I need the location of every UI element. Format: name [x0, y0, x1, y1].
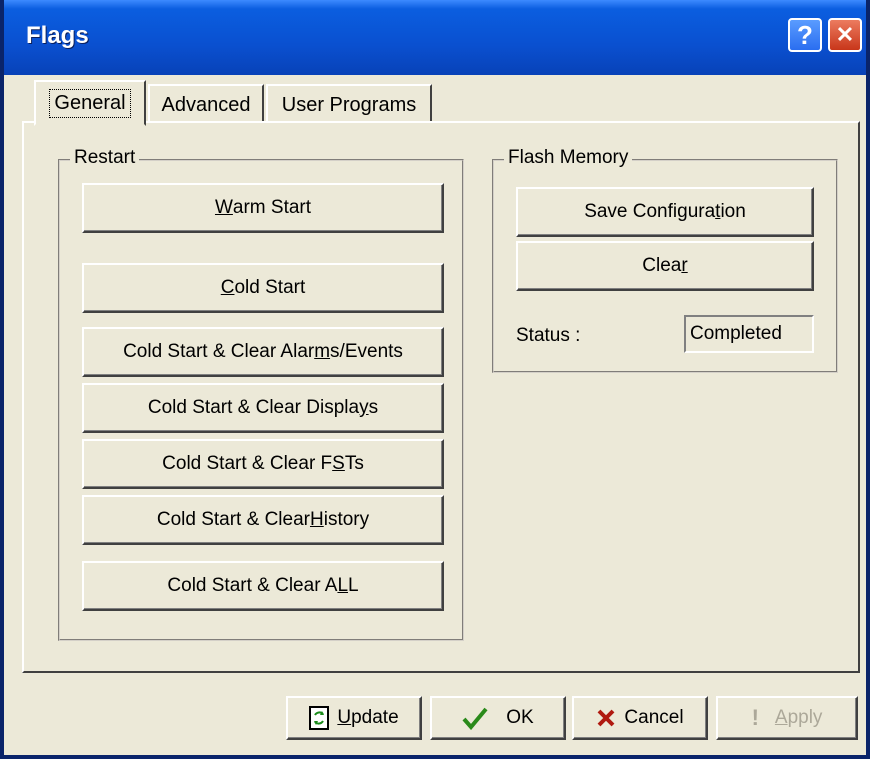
title-bar[interactable]: Flags ? ✕: [4, 0, 866, 75]
update-label-ul: U: [337, 707, 352, 728]
general-tab-panel: Restart Warm Start Cold Start Cold Start…: [22, 121, 860, 673]
tab-general[interactable]: General: [34, 80, 146, 126]
help-icon: ?: [797, 19, 813, 50]
apply-button[interactable]: ! Apply: [716, 696, 858, 740]
flags-dialog: Flags ? ✕ General Advanced User Programs…: [0, 0, 870, 759]
flash-memory-group: Flash Memory Save Configura t ion Clea r St…: [492, 147, 838, 373]
clear-flash-button[interactable]: Clea r: [516, 241, 814, 291]
refresh-document-icon: [309, 706, 330, 730]
close-button[interactable]: ✕: [828, 18, 862, 52]
restart-group-label: Restart: [70, 147, 140, 169]
cold-start-clear-displays-button[interactable]: Cold Start & Clear Displa y s: [82, 383, 444, 433]
cold-start-button[interactable]: Cold Start: [82, 263, 444, 313]
cold-start-clear-history-button[interactable]: Cold Start & Clear History: [82, 495, 444, 545]
cold-start-clear-all-button[interactable]: Cold Start & Clear ALL: [82, 561, 444, 611]
ok-button[interactable]: OK: [430, 696, 566, 740]
window-title: Flags: [26, 22, 89, 49]
exclamation-icon: !: [751, 705, 759, 730]
tab-general-label: General: [49, 88, 131, 118]
tab-advanced[interactable]: Advanced: [148, 84, 264, 124]
restart-group: Restart Warm Start Cold Start Cold Start…: [58, 147, 464, 641]
cancel-label: Cancel: [624, 707, 684, 728]
ok-label: OK: [506, 707, 534, 728]
save-configuration-button[interactable]: Save Configura t ion: [516, 187, 814, 237]
apply-label-ul: A: [774, 707, 788, 728]
status-label: Status :: [516, 325, 581, 346]
close-icon: ✕: [835, 22, 855, 47]
cold-start-clear-alarms-button[interactable]: Cold Start & Clear Alar m s/Events: [82, 327, 444, 377]
tab-user-programs-label: User Programs: [281, 93, 417, 116]
cancel-button[interactable]: Cancel: [572, 696, 708, 740]
cold-start-clear-fsts-button[interactable]: Cold Start & Clear F S Ts: [82, 439, 444, 489]
x-icon: [598, 709, 615, 727]
update-button[interactable]: Update: [286, 696, 422, 740]
status-value: Completed: [684, 315, 814, 353]
checkmark-icon: [462, 707, 488, 730]
warm-start-button[interactable]: Warm Start: [82, 183, 444, 233]
update-label: pdate: [351, 707, 399, 728]
apply-label: pply: [787, 707, 823, 728]
help-button[interactable]: ?: [788, 18, 822, 52]
tab-user-programs[interactable]: User Programs: [266, 84, 432, 124]
flash-memory-group-label: Flash Memory: [504, 147, 633, 169]
tab-advanced-label: Advanced: [161, 93, 251, 116]
